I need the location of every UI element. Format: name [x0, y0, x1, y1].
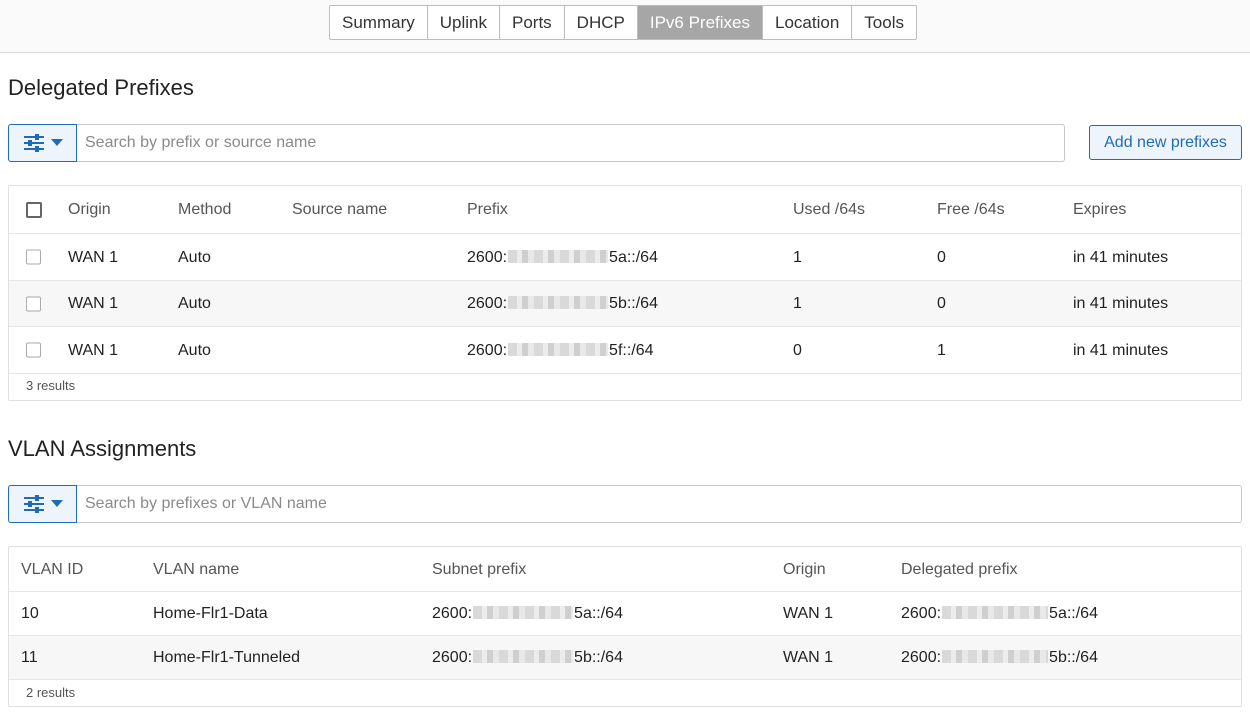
row-origin: WAN 1	[68, 295, 119, 312]
caret-down-icon	[50, 500, 63, 507]
column-prefix[interactable]: Prefix	[467, 186, 508, 234]
row-subnet-prefix: 2600: 5b::/64	[432, 636, 623, 680]
column-vlan-id[interactable]: VLAN ID	[21, 547, 83, 592]
row-prefix: 2600: 5f::/64	[467, 327, 654, 374]
table-header-row: Origin Method Source name Prefix Used /6…	[9, 186, 1241, 234]
row-checkbox[interactable]	[26, 296, 41, 311]
row-origin: WAN 1	[68, 249, 119, 266]
column-origin[interactable]: Origin	[68, 186, 111, 234]
row-used: 1	[793, 295, 802, 312]
delegated-filter-button[interactable]	[8, 124, 77, 162]
prefix-start: 2600:	[432, 649, 473, 666]
column-origin[interactable]: Origin	[783, 547, 826, 592]
redacted-block	[942, 650, 1049, 663]
delegated-search-input[interactable]	[77, 124, 1065, 162]
table-row[interactable]: 11 Home-Flr1-Tunneled 2600: 5b::/64 WAN 1…	[9, 636, 1241, 680]
prefix-start: 2600:	[467, 295, 508, 312]
row-vlan-name: Home-Flr1-Tunneled	[153, 649, 301, 666]
row-origin: WAN 1	[68, 342, 119, 359]
table-row[interactable]: WAN 1 Auto 2600: 5b::/64 1 0 in 41 minute…	[9, 281, 1241, 327]
results-count: 2 results	[26, 685, 76, 700]
vlan-assignments-title: VLAN Assignments	[8, 436, 197, 461]
column-delegated-prefix[interactable]: Delegated prefix	[901, 547, 1018, 592]
table-row[interactable]: 10 Home-Flr1-Data 2600: 5a::/64 WAN 1 260…	[9, 592, 1241, 636]
column-free[interactable]: Free /64s	[937, 186, 1005, 234]
tab-bar: Summary Uplink Ports DHCP IPv6 Prefixes …	[329, 5, 917, 40]
prefix-start: 2600:	[901, 605, 942, 622]
sliders-icon	[23, 495, 44, 513]
tab-tools[interactable]: Tools	[852, 6, 916, 39]
prefix-start: 2600:	[467, 249, 508, 266]
row-used: 0	[793, 342, 802, 359]
row-method: Auto	[178, 342, 211, 359]
redacted-block	[473, 606, 574, 619]
prefix-start: 2600:	[467, 342, 508, 359]
tab-summary[interactable]: Summary	[330, 6, 428, 39]
column-expires[interactable]: Expires	[1073, 186, 1126, 234]
column-vlan-name[interactable]: VLAN name	[153, 547, 239, 592]
column-subnet-prefix[interactable]: Subnet prefix	[432, 547, 526, 592]
row-free: 0	[937, 249, 946, 266]
row-method: Auto	[178, 249, 211, 266]
delegated-prefixes-table: Origin Method Source name Prefix Used /6…	[8, 185, 1242, 401]
tab-ipv6-prefixes[interactable]: IPv6 Prefixes	[637, 6, 763, 39]
prefix-end: 5a::/64	[1049, 605, 1098, 622]
row-delegated-prefix: 2600: 5a::/64	[901, 592, 1098, 636]
tab-ports[interactable]: Ports	[500, 6, 565, 39]
row-expires: in 41 minutes	[1073, 249, 1169, 266]
row-delegated-prefix: 2600: 5b::/64	[901, 636, 1098, 680]
row-free: 1	[937, 342, 946, 359]
row-checkbox[interactable]	[26, 342, 41, 358]
select-all-checkbox[interactable]	[26, 201, 42, 218]
prefix-start: 2600:	[432, 605, 473, 622]
prefix-end: 5b::/64	[574, 649, 623, 666]
row-prefix: 2600: 5a::/64	[467, 234, 658, 281]
prefix-start: 2600:	[901, 649, 942, 666]
prefix-end: 5a::/64	[609, 249, 658, 266]
caret-down-icon	[50, 139, 63, 146]
row-method: Auto	[178, 295, 211, 312]
redacted-block	[508, 296, 609, 309]
tab-location[interactable]: Location	[763, 6, 853, 39]
column-method[interactable]: Method	[178, 186, 231, 234]
add-new-prefixes-button[interactable]: Add new prefixes	[1089, 125, 1242, 160]
row-subnet-prefix: 2600: 5a::/64	[432, 592, 623, 636]
table-row[interactable]: WAN 1 Auto 2600: 5a::/64 1 0 in 41 minute…	[9, 234, 1241, 281]
sliders-icon	[23, 134, 44, 152]
row-checkbox[interactable]	[26, 249, 41, 265]
top-bar: Summary Uplink Ports DHCP IPv6 Prefixes …	[0, 0, 1250, 53]
row-used: 1	[793, 249, 802, 266]
redacted-block	[942, 606, 1049, 619]
results-count: 3 results	[26, 378, 76, 393]
row-free: 0	[937, 295, 946, 312]
tab-dhcp[interactable]: DHCP	[565, 6, 638, 39]
vlan-assignments-table: VLAN ID VLAN name Subnet prefix Origin D…	[8, 546, 1242, 707]
row-prefix: 2600: 5b::/64	[467, 281, 658, 327]
row-expires: in 41 minutes	[1073, 295, 1169, 312]
tab-uplink[interactable]: Uplink	[428, 6, 500, 39]
row-vlan-id: 11	[21, 649, 38, 666]
prefix-end: 5b::/64	[1049, 649, 1098, 666]
prefix-end: 5a::/64	[574, 605, 623, 622]
column-source-name[interactable]: Source name	[292, 186, 387, 234]
column-used[interactable]: Used /64s	[793, 186, 865, 234]
row-origin: WAN 1	[783, 605, 834, 622]
row-origin: WAN 1	[783, 649, 834, 666]
row-expires: in 41 minutes	[1073, 342, 1169, 359]
prefix-end: 5b::/64	[609, 295, 658, 312]
redacted-block	[473, 650, 574, 663]
redacted-block	[508, 250, 609, 263]
delegated-prefixes-title: Delegated Prefixes	[8, 75, 194, 100]
redacted-block	[508, 343, 609, 356]
row-vlan-id: 10	[21, 605, 39, 622]
table-header-row: VLAN ID VLAN name Subnet prefix Origin D…	[9, 547, 1241, 592]
vlan-search-input[interactable]	[77, 485, 1242, 523]
prefix-end: 5f::/64	[609, 342, 654, 359]
row-vlan-name: Home-Flr1-Data	[153, 605, 268, 622]
vlan-filter-button[interactable]	[8, 485, 77, 523]
table-row[interactable]: WAN 1 Auto 2600: 5f::/64 0 1 in 41 minute…	[9, 327, 1241, 374]
